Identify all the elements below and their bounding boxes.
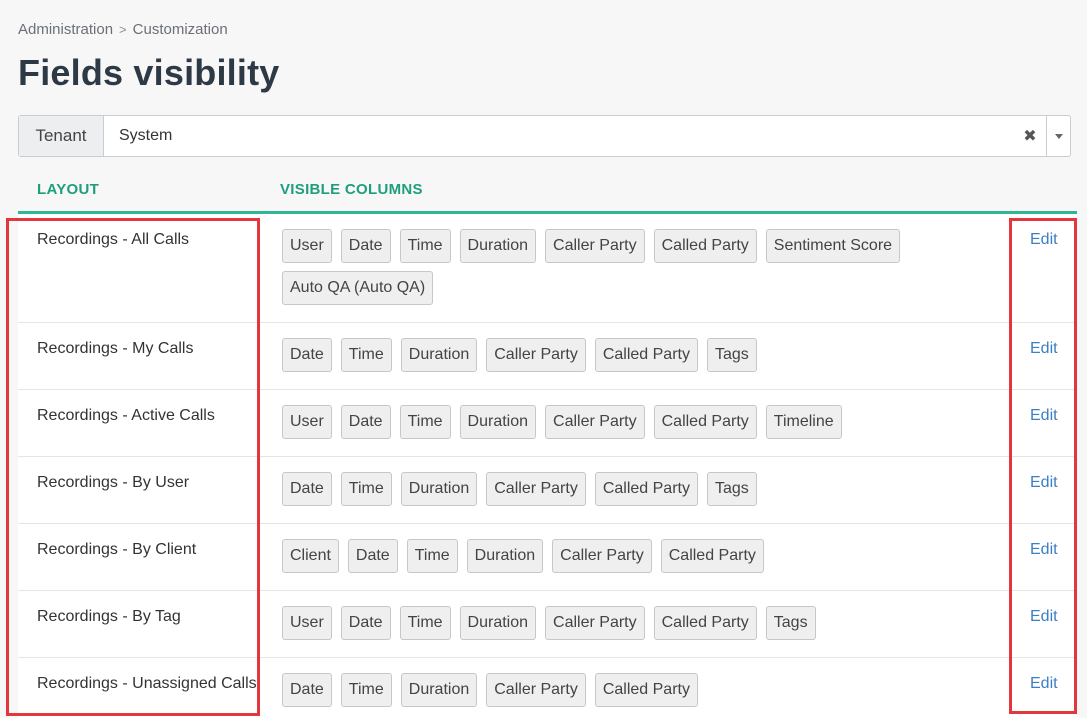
- column-tag: Date: [340, 229, 391, 263]
- clear-icon[interactable]: ✖: [1014, 116, 1046, 156]
- column-tag: Caller Party: [545, 229, 645, 263]
- table-row: Recordings - Unassigned Calls Date Time Dur…: [18, 658, 1077, 718]
- edit-link[interactable]: Edit: [1030, 231, 1058, 248]
- edit-link[interactable]: Edit: [1030, 541, 1058, 558]
- column-tag: Client: [282, 539, 339, 573]
- tenant-label: Tenant: [19, 116, 104, 156]
- column-tag: Duration: [459, 229, 537, 263]
- breadcrumb-separator-icon: >: [119, 22, 127, 37]
- column-tag: Called Party: [653, 229, 757, 263]
- column-tag: Sentiment Score: [765, 229, 901, 263]
- column-tag: Caller Party: [552, 539, 652, 573]
- tenant-selector[interactable]: Tenant System ✖: [18, 115, 1071, 157]
- visible-columns-list: Date Time Duration Caller Party Called Party: [280, 658, 992, 718]
- column-tag: Called Party: [594, 472, 698, 506]
- column-tag: Caller Party: [545, 606, 645, 640]
- caret-down-icon: [1054, 133, 1063, 139]
- column-tag: Tags: [765, 606, 816, 640]
- column-tag: Date: [282, 472, 332, 506]
- column-tag: Called Party: [653, 405, 757, 439]
- column-tag: Time: [406, 539, 458, 573]
- layout-name: Recordings - By Client: [37, 541, 197, 558]
- column-tag: Tags: [706, 338, 757, 372]
- layout-name: Recordings - Active Calls: [37, 407, 215, 424]
- table-row: Recordings - My Calls Date Time Duration Cal…: [18, 323, 1077, 390]
- edit-cell: Edit: [992, 457, 1077, 523]
- visible-columns-list: User Date Time Duration Caller Party Called P…: [280, 591, 992, 657]
- table-row: Recordings - All Calls User Date Time Durati…: [18, 214, 1077, 323]
- breadcrumb: Administration > Customization: [18, 21, 228, 38]
- column-tag: Caller Party: [486, 673, 586, 707]
- header-layout: LAYOUT: [37, 181, 100, 198]
- table-row: Recordings - By Tag User Date Time Duration C…: [18, 591, 1077, 658]
- visible-columns-list: Client Date Time Duration Caller Party Called…: [280, 524, 992, 590]
- column-tag: Time: [399, 229, 451, 263]
- table-body: Recordings - All Calls User Date Time Durati…: [18, 214, 1077, 718]
- column-tag: Time: [340, 673, 392, 707]
- column-tag: Duration: [459, 606, 537, 640]
- column-tag: Caller Party: [486, 472, 586, 506]
- column-tag: Time: [340, 338, 392, 372]
- visible-columns-list: Date Time Duration Caller Party Called Party…: [280, 323, 992, 389]
- column-tag: Timeline: [765, 405, 842, 439]
- tenant-select-value[interactable]: System: [104, 116, 1014, 156]
- column-tag: Date: [282, 673, 332, 707]
- column-tag: Duration: [400, 673, 478, 707]
- column-tag: Auto QA (Auto QA): [282, 271, 434, 305]
- fields-visibility-table: LAYOUT VISIBLE COLUMNS Recordings - All …: [18, 168, 1077, 718]
- column-tag: Caller Party: [486, 338, 586, 372]
- edit-cell: Edit: [992, 323, 1077, 389]
- edit-link[interactable]: Edit: [1030, 407, 1058, 424]
- column-tag: User: [282, 606, 332, 640]
- visible-columns-list: User Date Time Duration Caller Party Called P…: [280, 390, 992, 456]
- column-tag: Time: [340, 472, 392, 506]
- column-tag: Called Party: [594, 673, 698, 707]
- column-tag: Date: [347, 539, 398, 573]
- table-row: Recordings - By User Date Time Duration Call…: [18, 457, 1077, 524]
- column-tag: Called Party: [594, 338, 698, 372]
- column-tag: User: [282, 405, 332, 439]
- edit-cell: Edit: [992, 390, 1077, 456]
- column-tag: Time: [399, 606, 451, 640]
- layout-name: Recordings - Unassigned Calls: [37, 675, 257, 692]
- column-tag: Duration: [459, 405, 537, 439]
- column-tag: Called Party: [660, 539, 764, 573]
- breadcrumb-customization[interactable]: Customization: [133, 21, 228, 38]
- edit-link[interactable]: Edit: [1030, 340, 1058, 357]
- layout-name: Recordings - All Calls: [37, 231, 190, 248]
- column-tag: Date: [340, 606, 391, 640]
- column-tag: Duration: [466, 539, 544, 573]
- page-title: Fields visibility: [18, 52, 280, 93]
- column-tag: Called Party: [653, 606, 757, 640]
- dropdown-toggle[interactable]: [1046, 116, 1070, 156]
- edit-link[interactable]: Edit: [1030, 675, 1058, 692]
- table-row: Recordings - Active Calls User Date Time Dur…: [18, 390, 1077, 457]
- table-header: LAYOUT VISIBLE COLUMNS: [18, 168, 1077, 214]
- column-tag: Tags: [706, 472, 757, 506]
- layout-name: Recordings - My Calls: [37, 340, 194, 357]
- column-tag: Date: [282, 338, 332, 372]
- layout-name: Recordings - By Tag: [37, 608, 181, 625]
- visible-columns-list: Date Time Duration Caller Party Called Party…: [280, 457, 992, 523]
- edit-cell: Edit: [992, 524, 1077, 590]
- visible-columns-list: User Date Time Duration Caller Party Called P…: [280, 214, 992, 322]
- column-tag: Date: [340, 405, 391, 439]
- column-tag: Duration: [400, 472, 478, 506]
- column-tag: Duration: [400, 338, 478, 372]
- edit-cell: Edit: [992, 658, 1077, 718]
- column-tag: Time: [399, 405, 451, 439]
- column-tag: User: [282, 229, 332, 263]
- edit-cell: Edit: [992, 591, 1077, 657]
- breadcrumb-administration[interactable]: Administration: [18, 21, 113, 38]
- edit-link[interactable]: Edit: [1030, 474, 1058, 491]
- edit-link[interactable]: Edit: [1030, 608, 1058, 625]
- table-row: Recordings - By Client Client Date Time Dura…: [18, 524, 1077, 591]
- edit-cell: Edit: [992, 214, 1077, 322]
- header-visible-columns: VISIBLE COLUMNS: [280, 181, 423, 198]
- layout-name: Recordings - By User: [37, 474, 190, 491]
- column-tag: Caller Party: [545, 405, 645, 439]
